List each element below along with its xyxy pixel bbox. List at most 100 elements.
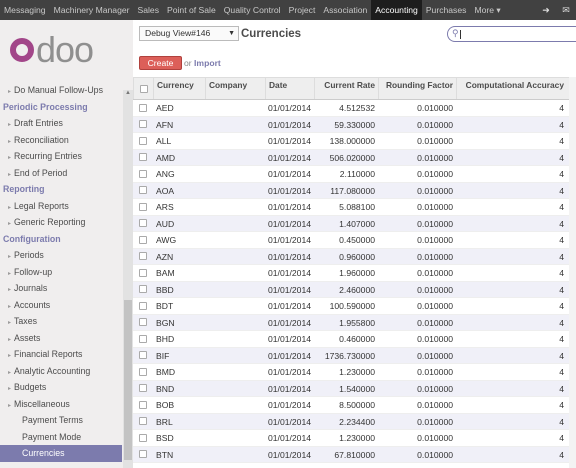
- menu-point-of-sale[interactable]: Point of Sale: [163, 0, 220, 20]
- menu-messaging[interactable]: Messaging: [0, 0, 50, 20]
- row-checkbox[interactable]: [139, 136, 147, 145]
- row-checkbox[interactable]: [139, 400, 147, 409]
- menu-more[interactable]: More ▾: [470, 0, 504, 20]
- menu-project[interactable]: Project: [285, 0, 320, 20]
- row-checkbox[interactable]: [139, 318, 147, 327]
- row-select-cell[interactable]: [133, 166, 153, 182]
- table-row[interactable]: BDT 01/01/2014 100.590000 0.010000 4: [133, 298, 576, 315]
- row-select-cell[interactable]: [133, 216, 153, 232]
- row-select-cell[interactable]: [133, 348, 153, 364]
- sidebar-item-assets[interactable]: ▸ Assets: [0, 330, 122, 347]
- table-row[interactable]: AWG 01/01/2014 0.450000 0.010000 4: [133, 232, 576, 249]
- row-select-cell[interactable]: [133, 315, 153, 331]
- table-row[interactable]: AUD 01/01/2014 1.407000 0.010000 4: [133, 215, 576, 232]
- table-row[interactable]: AZN 01/01/2014 0.960000 0.010000 4: [133, 248, 576, 265]
- sidebar-item-payment-mode[interactable]: Payment Mode: [0, 429, 122, 446]
- row-checkbox[interactable]: [139, 433, 147, 442]
- table-row[interactable]: BIF 01/01/2014 1736.730000 0.010000 4: [133, 347, 576, 364]
- sidebar-item-legal-reports[interactable]: ▸ Legal Reports: [0, 198, 122, 215]
- col-currency[interactable]: Currency: [153, 78, 205, 99]
- row-checkbox[interactable]: [139, 186, 147, 195]
- table-row[interactable]: BGN 01/01/2014 1.955800 0.010000 4: [133, 314, 576, 331]
- row-checkbox[interactable]: [139, 169, 147, 178]
- table-row[interactable]: AFN 01/01/2014 59.330000 0.010000 4: [133, 116, 576, 133]
- row-checkbox[interactable]: [139, 202, 147, 211]
- row-checkbox[interactable]: [139, 334, 147, 343]
- table-row[interactable]: BSD 01/01/2014 1.230000 0.010000 4: [133, 430, 576, 447]
- row-checkbox[interactable]: [139, 384, 147, 393]
- table-row[interactable]: BND 01/01/2014 1.540000 0.010000 4: [133, 380, 576, 397]
- sidebar-item-follow-up[interactable]: ▸ Follow-up: [0, 264, 122, 281]
- sidebar-scrollbar[interactable]: ▲: [123, 90, 133, 468]
- menu-accounting[interactable]: Accounting: [371, 0, 422, 20]
- row-select-cell[interactable]: [133, 100, 153, 116]
- row-select-cell[interactable]: [133, 265, 153, 281]
- sidebar-item-generic-reporting[interactable]: ▸ Generic Reporting: [0, 214, 122, 231]
- select-all-checkbox[interactable]: [139, 84, 148, 93]
- row-checkbox[interactable]: [139, 235, 147, 244]
- row-select-cell[interactable]: [133, 282, 153, 298]
- menu-quality-control[interactable]: Quality Control: [220, 0, 285, 20]
- row-select-cell[interactable]: [133, 133, 153, 149]
- sidebar-item-periods[interactable]: ▸ Periods: [0, 247, 122, 264]
- table-row[interactable]: ANG 01/01/2014 2.110000 0.010000 4: [133, 166, 576, 183]
- sidebar-item-taxes[interactable]: ▸ Taxes: [0, 313, 122, 330]
- table-row[interactable]: BRL 01/01/2014 2.234400 0.010000 4: [133, 413, 576, 430]
- row-checkbox[interactable]: [139, 268, 147, 277]
- col-company[interactable]: Company: [205, 78, 265, 99]
- row-checkbox[interactable]: [139, 252, 147, 261]
- row-checkbox[interactable]: [139, 103, 147, 112]
- table-row[interactable]: AMD 01/01/2014 506.020000 0.010000 4: [133, 149, 576, 166]
- sidebar-item-recurring-entries[interactable]: ▸ Recurring Entries: [0, 148, 122, 165]
- messages-icon[interactable]: ✉: [556, 0, 576, 20]
- row-checkbox[interactable]: [139, 450, 147, 459]
- table-row[interactable]: BMD 01/01/2014 1.230000 0.010000 4: [133, 364, 576, 381]
- menu-purchases[interactable]: Purchases: [422, 0, 471, 20]
- row-checkbox[interactable]: [139, 351, 147, 360]
- sidebar-item-budgets[interactable]: ▸ Budgets: [0, 379, 122, 396]
- select-all-cell[interactable]: [133, 78, 153, 99]
- row-select-cell[interactable]: [133, 414, 153, 430]
- row-checkbox[interactable]: [139, 153, 147, 162]
- row-checkbox[interactable]: [139, 301, 147, 310]
- table-row[interactable]: AED 01/01/2014 4.512532 0.010000 4: [133, 100, 576, 117]
- row-select-cell[interactable]: [133, 249, 153, 265]
- odoo-logo[interactable]: doo: [0, 20, 133, 80]
- table-row[interactable]: BHD 01/01/2014 0.460000 0.010000 4: [133, 331, 576, 348]
- sidebar-item-draft-entries[interactable]: ▸ Draft Entries: [0, 115, 122, 132]
- row-checkbox[interactable]: [139, 219, 147, 228]
- sidebar-item-financial-reports[interactable]: ▸ Financial Reports: [0, 346, 122, 363]
- col-date[interactable]: Date: [265, 78, 314, 99]
- table-row[interactable]: ALL 01/01/2014 138.000000 0.010000 4: [133, 133, 576, 150]
- sidebar-item-payment-terms[interactable]: Payment Terms: [0, 412, 122, 429]
- row-select-cell[interactable]: [133, 183, 153, 199]
- scroll-up-icon[interactable]: ▲: [125, 90, 131, 96]
- sidebar-item-do-manual-follow-ups[interactable]: ▸ Do Manual Follow-Ups: [0, 82, 122, 99]
- col-rounding-factor[interactable]: Rounding Factor: [378, 78, 456, 99]
- row-checkbox[interactable]: [139, 367, 147, 376]
- row-select-cell[interactable]: [133, 430, 153, 446]
- table-row[interactable]: BAM 01/01/2014 1.960000 0.010000 4: [133, 265, 576, 282]
- sidebar-item-accounts[interactable]: ▸ Accounts: [0, 297, 122, 314]
- row-select-cell[interactable]: [133, 397, 153, 413]
- sidebar-item-end-of-period[interactable]: ▸ End of Period: [0, 165, 122, 182]
- table-row[interactable]: ARS 01/01/2014 5.088100 0.010000 4: [133, 199, 576, 216]
- menu-sales[interactable]: Sales: [134, 0, 164, 20]
- debug-view-select[interactable]: Debug View#146 ▼: [139, 26, 239, 41]
- import-link[interactable]: Import: [194, 58, 221, 68]
- menu-machinery-manager[interactable]: Machinery Manager: [50, 0, 134, 20]
- create-button[interactable]: Create: [139, 56, 182, 70]
- row-select-cell[interactable]: [133, 150, 153, 166]
- sidebar-item-journals[interactable]: ▸ Journals: [0, 280, 122, 297]
- row-select-cell[interactable]: [133, 232, 153, 248]
- search-input[interactable]: ⚲: [447, 26, 576, 42]
- table-row[interactable]: BBD 01/01/2014 2.460000 0.010000 4: [133, 281, 576, 298]
- col-current-rate[interactable]: Current Rate: [314, 78, 378, 99]
- sidebar-item-analytic-accounting[interactable]: ▸ Analytic Accounting: [0, 363, 122, 380]
- menu-association[interactable]: Association: [319, 0, 371, 20]
- row-select-cell[interactable]: [133, 331, 153, 347]
- row-select-cell[interactable]: [133, 298, 153, 314]
- table-scrollbar[interactable]: [569, 77, 576, 468]
- table-row[interactable]: BTN 01/01/2014 67.810000 0.010000 4: [133, 446, 576, 463]
- row-checkbox[interactable]: [139, 417, 147, 426]
